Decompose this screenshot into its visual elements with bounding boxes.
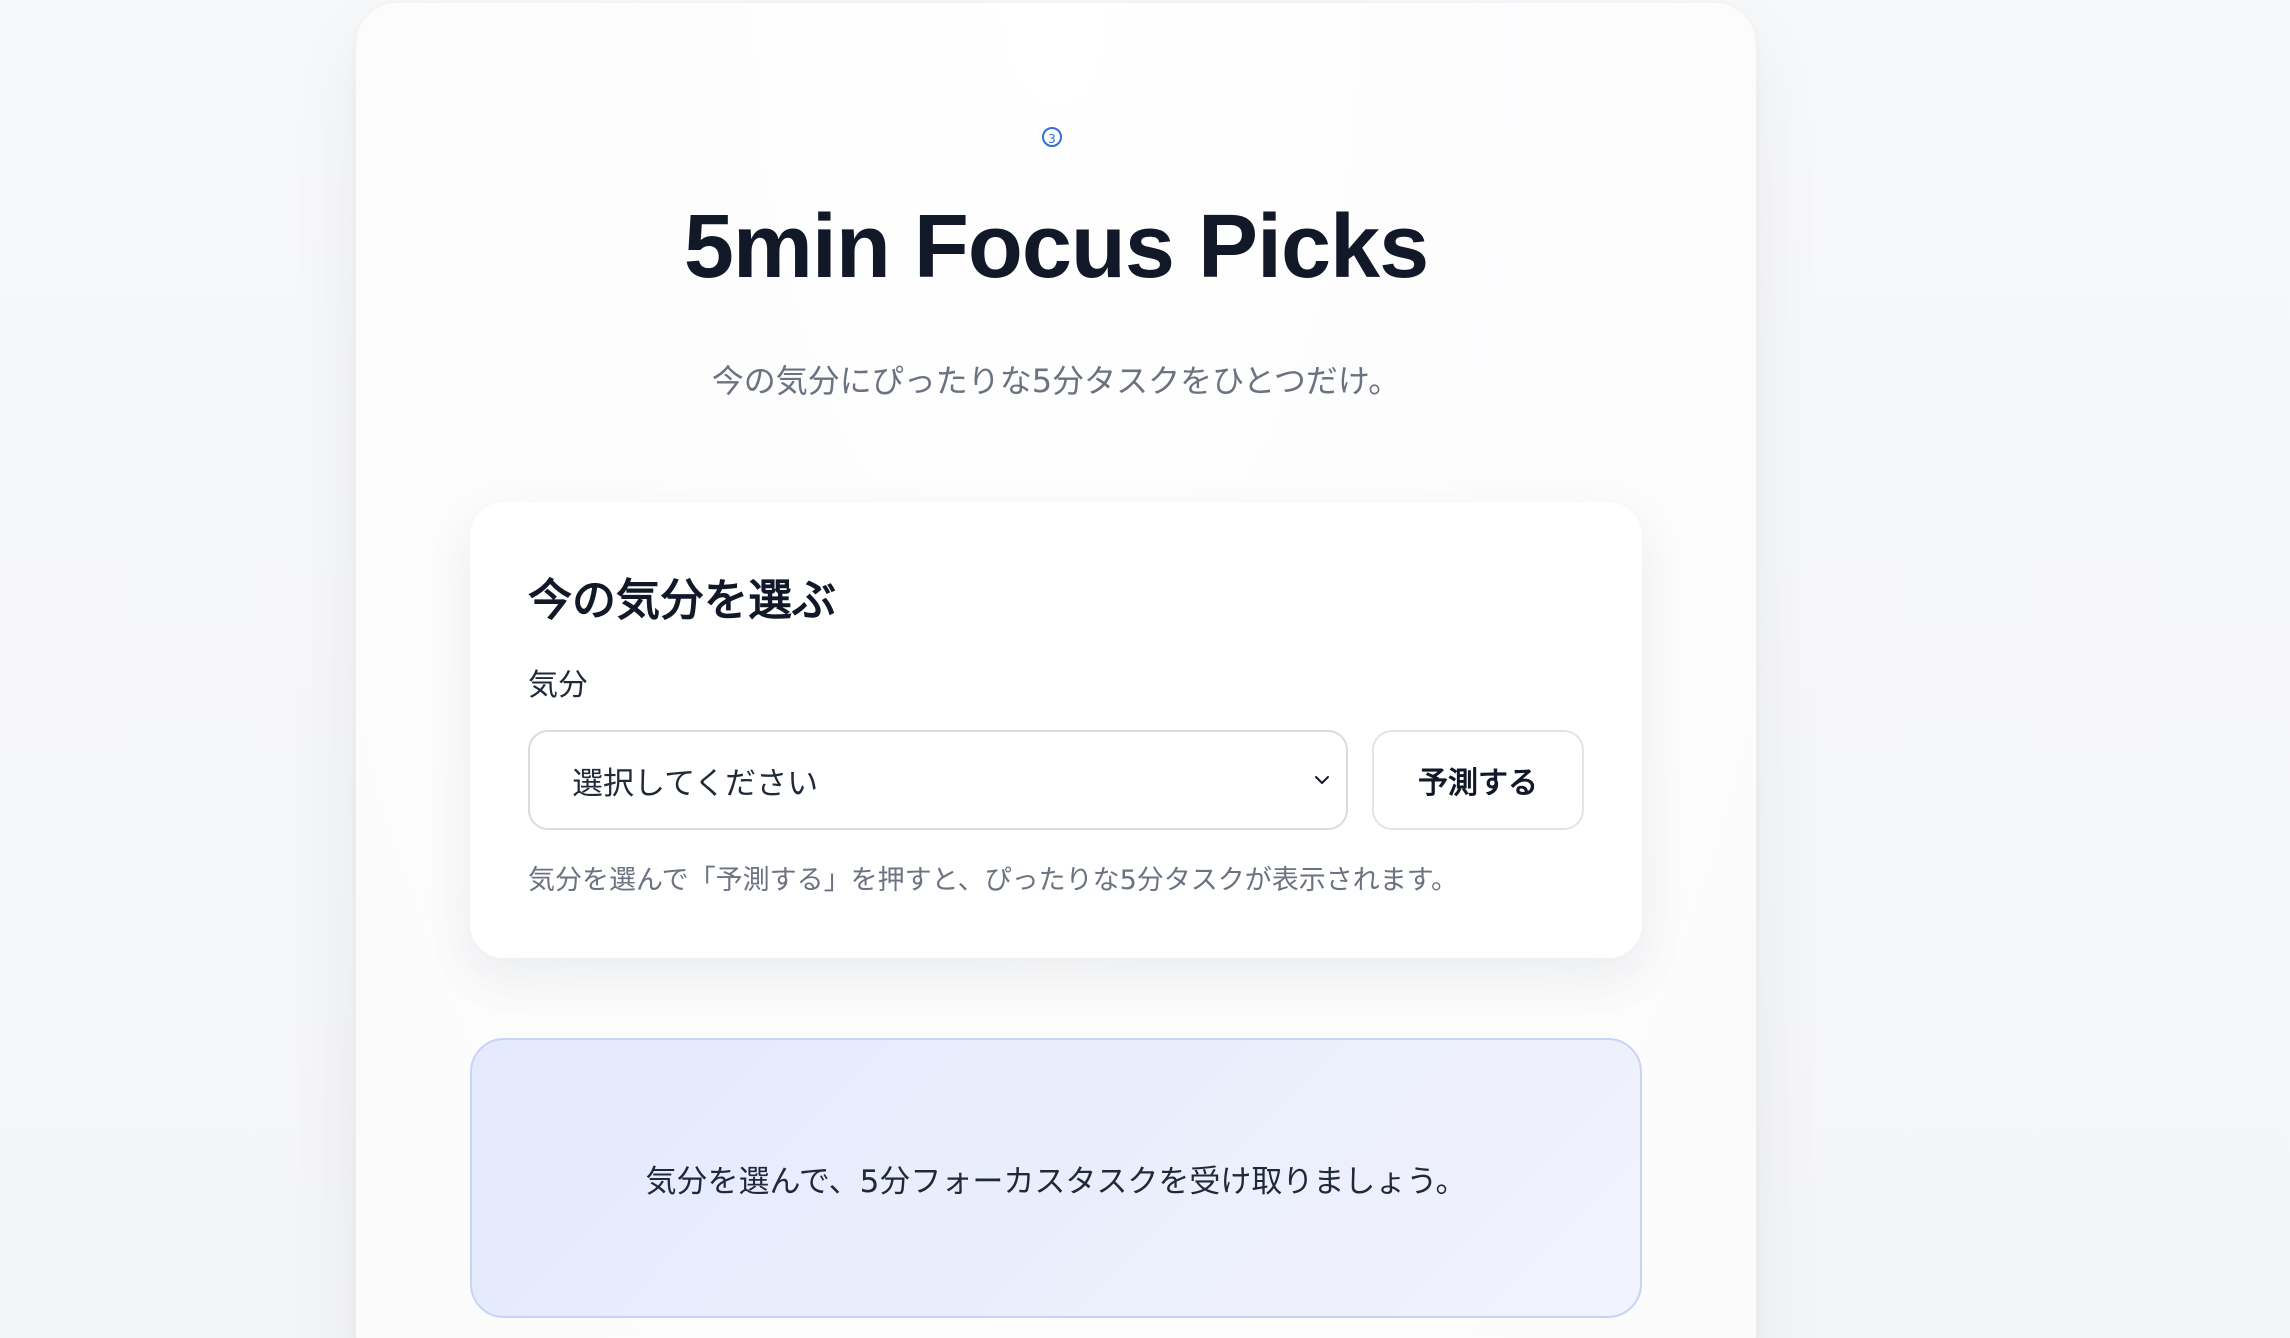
- page-title: 5min Focus Picks: [683, 197, 1429, 297]
- result-card: 気分を選んで、5分フォーカスタスクを受け取りましょう。: [470, 1038, 1642, 1318]
- mood-form-heading: 今の気分を選ぶ: [528, 575, 836, 626]
- mood-select[interactable]: 選択してください: [528, 730, 1348, 830]
- page: 3 5min Focus Picks 今の気分にぴったりな5分タスクをひとつだけ…: [0, 0, 2290, 1338]
- helper-text: 気分を選んで「予測する」を押すと、ぴったりな5分タスクが表示されます。: [528, 865, 1459, 896]
- mood-field-label: 気分: [528, 668, 588, 703]
- result-placeholder: 気分を選んで、5分フォーカスタスクを受け取りましょう。: [645, 1163, 1467, 1200]
- step-badge-icon: 3: [1042, 127, 1062, 147]
- page-subtitle: 今の気分にぴったりな5分タスクをひとつだけ。: [711, 362, 1401, 400]
- predict-button[interactable]: 予測する: [1372, 730, 1584, 830]
- chevron-down-icon: [1315, 776, 1329, 784]
- mood-select-value: 選択してください: [572, 765, 819, 802]
- mood-form-card: 今の気分を選ぶ 気分 選択してください 予測する 気分を選んで「予測する」を押す…: [470, 502, 1642, 958]
